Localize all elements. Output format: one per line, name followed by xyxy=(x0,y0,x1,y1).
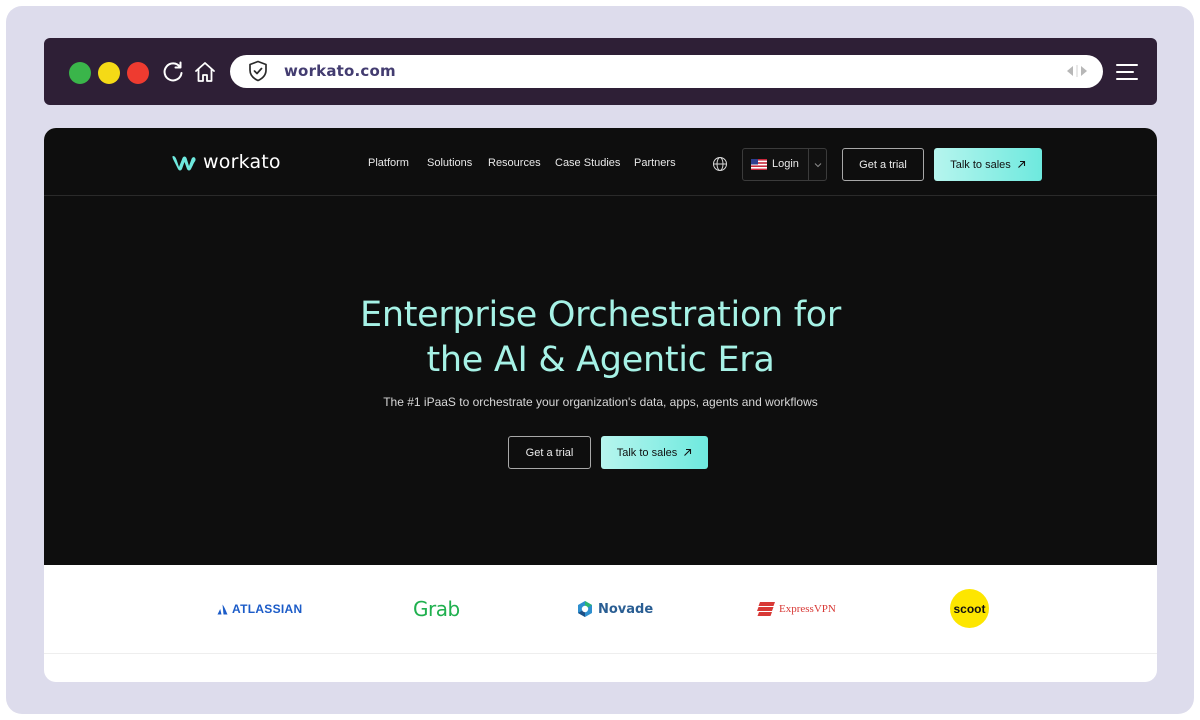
expressvpn-text: ExpressVPN xyxy=(779,603,836,615)
nav-case-studies[interactable]: Case Studies xyxy=(555,157,620,169)
expressvpn-logo: ExpressVPN xyxy=(756,601,836,617)
atlassian-logo: ATLASSIAN xyxy=(217,602,302,616)
window-minimize-button[interactable] xyxy=(98,62,120,84)
hero-subtitle: The #1 iPaaS to orchestrate your organiz… xyxy=(383,395,818,409)
page-viewport: workato Platform Solutions Resources Cas… xyxy=(44,128,1157,682)
scoot-text: scoot xyxy=(953,601,986,616)
nav-divider xyxy=(44,195,1157,196)
hero-title-line-2: the AI & Agentic Era xyxy=(426,340,775,380)
header-talk-to-sales-label: Talk to sales xyxy=(950,158,1011,171)
home-icon[interactable] xyxy=(192,59,218,85)
atlassian-icon xyxy=(217,604,228,614)
nav-platform[interactable]: Platform xyxy=(368,157,409,169)
expressvpn-icon xyxy=(757,602,775,616)
back-forward-icon[interactable] xyxy=(1064,64,1090,78)
header-get-trial-label: Get a trial xyxy=(859,158,907,171)
workato-logo[interactable]: workato xyxy=(170,150,281,174)
hero-get-trial-button[interactable]: Get a trial xyxy=(508,436,591,469)
chevron-down-icon[interactable] xyxy=(814,161,822,169)
hero-talk-to-sales-label: Talk to sales xyxy=(616,446,678,459)
logo-text: workato xyxy=(203,151,281,173)
section-divider xyxy=(44,653,1157,654)
nav-partners[interactable]: Partners xyxy=(634,157,676,169)
scoot-logo: scoot xyxy=(950,589,989,628)
novade-logo: Novade xyxy=(576,600,653,618)
globe-icon[interactable] xyxy=(712,156,728,172)
arrow-up-right-icon xyxy=(1017,160,1025,168)
novade-icon xyxy=(578,601,592,617)
grab-logo: Grab xyxy=(413,597,460,621)
login-divider xyxy=(808,149,809,180)
atlassian-text: ATLASSIAN xyxy=(232,602,303,616)
workato-logo-icon xyxy=(172,156,196,171)
menu-icon[interactable] xyxy=(1114,62,1140,82)
login-label: Login xyxy=(772,158,799,170)
arrow-up-right-icon xyxy=(684,448,692,456)
novade-text: Novade xyxy=(598,601,654,617)
us-flag-icon xyxy=(751,159,767,170)
reload-icon[interactable] xyxy=(160,59,186,85)
nav-solutions[interactable]: Solutions xyxy=(427,157,472,169)
shield-check-icon xyxy=(249,60,267,82)
window-close-button[interactable] xyxy=(127,62,149,84)
hero-talk-to-sales-button[interactable]: Talk to sales xyxy=(601,436,708,469)
nav-resources[interactable]: Resources xyxy=(488,157,541,169)
header-get-trial-button[interactable]: Get a trial xyxy=(842,148,924,181)
login-button[interactable]: Login xyxy=(742,148,827,181)
url-text[interactable]: workato.com xyxy=(284,62,396,80)
header-talk-to-sales-button[interactable]: Talk to sales xyxy=(934,148,1042,181)
window-maximize-button[interactable] xyxy=(69,62,91,84)
grab-text: Grab xyxy=(413,597,460,621)
hero-title-line-1: Enterprise Orchestration for xyxy=(360,295,841,335)
hero-get-trial-label: Get a trial xyxy=(525,446,574,459)
